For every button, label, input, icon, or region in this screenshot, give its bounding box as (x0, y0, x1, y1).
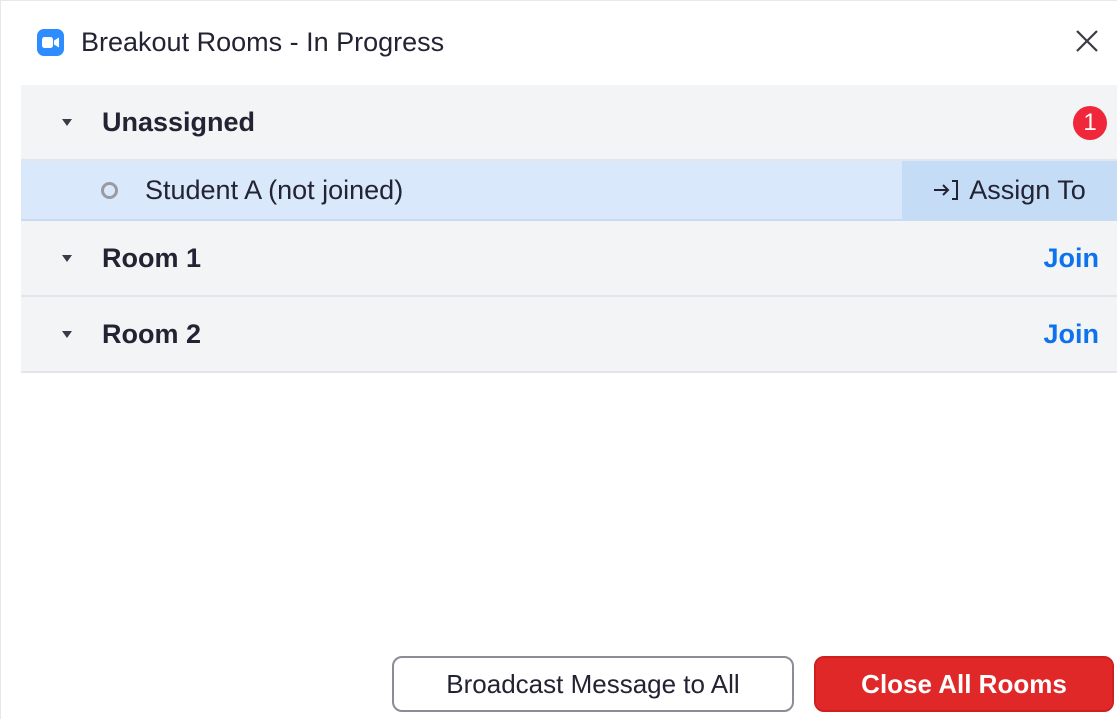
assign-arrow-icon (934, 180, 959, 200)
close-window-icon[interactable] (1069, 23, 1105, 59)
title-bar: Breakout Rooms - In Progress (21, 1, 1117, 83)
participant-count-badge: 1 (1073, 106, 1107, 140)
broadcast-message-button[interactable]: Broadcast Message to All (392, 656, 794, 712)
assign-to-button[interactable]: Assign To (902, 161, 1117, 219)
group-room-1[interactable]: Room 1 Join (21, 221, 1117, 297)
zoom-camera-icon (37, 28, 64, 56)
breakout-rooms-window: Breakout Rooms - In Progress Unassigned … (0, 0, 1117, 719)
caret-down-icon[interactable] (62, 118, 72, 126)
participant-row[interactable]: Student A (not joined) Assign To (21, 161, 1117, 221)
join-room-1-link[interactable]: Join (1043, 243, 1099, 274)
status-circle-icon (101, 181, 118, 199)
caret-down-icon[interactable] (62, 254, 72, 262)
close-all-rooms-button[interactable]: Close All Rooms (814, 656, 1114, 712)
group-label: Room 2 (102, 318, 202, 349)
participant-name: Student A (not joined) (145, 174, 404, 205)
group-label: Room 1 (102, 242, 202, 273)
rooms-list: Unassigned 1 Student A (not joined) Assi… (21, 85, 1117, 373)
group-label: Unassigned (102, 106, 256, 137)
group-unassigned[interactable]: Unassigned 1 (21, 85, 1117, 161)
caret-down-icon[interactable] (62, 330, 72, 338)
window-title: Breakout Rooms - In Progress (81, 26, 445, 57)
join-room-2-link[interactable]: Join (1043, 319, 1099, 350)
assign-to-label: Assign To (969, 174, 1086, 205)
group-room-2[interactable]: Room 2 Join (21, 297, 1117, 373)
